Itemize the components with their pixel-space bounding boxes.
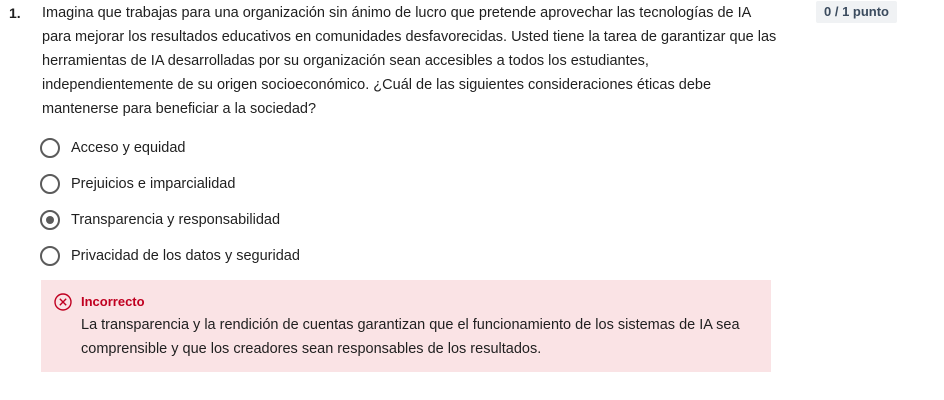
feedback-message: La transparencia y la rendición de cuent… bbox=[81, 317, 740, 357]
radio-button[interactable] bbox=[40, 137, 60, 158]
question-number: 1. bbox=[9, 5, 21, 21]
option-prejuicios-imparcialidad[interactable]: Prejuicios e imparcialidad bbox=[40, 171, 740, 196]
option-privacidad-seguridad[interactable]: Privacidad de los datos y seguridad bbox=[40, 243, 740, 268]
option-label: Transparencia y responsabilidad bbox=[71, 211, 281, 228]
feedback-box: Incorrecto La transparencia y la rendici… bbox=[41, 280, 771, 372]
option-label: Prejuicios e imparcialidad bbox=[71, 175, 236, 192]
option-label: Acceso y equidad bbox=[71, 139, 186, 156]
x-circle-icon bbox=[54, 293, 72, 311]
option-label: Privacidad de los datos y seguridad bbox=[71, 247, 300, 264]
answer-options: Acceso y equidad Prejuicios e imparciali… bbox=[40, 135, 740, 279]
radio-button-selected[interactable] bbox=[40, 209, 60, 230]
score-badge: 0 / 1 punto bbox=[816, 1, 897, 23]
option-transparencia-responsabilidad[interactable]: Transparencia y responsabilidad bbox=[40, 207, 740, 232]
radio-button[interactable] bbox=[40, 245, 60, 266]
feedback-status: Incorrecto bbox=[81, 294, 145, 309]
radio-button[interactable] bbox=[40, 173, 60, 194]
option-acceso-equidad[interactable]: Acceso y equidad bbox=[40, 135, 740, 160]
question-text: Imagina que trabajas para una organizaci… bbox=[42, 5, 777, 117]
